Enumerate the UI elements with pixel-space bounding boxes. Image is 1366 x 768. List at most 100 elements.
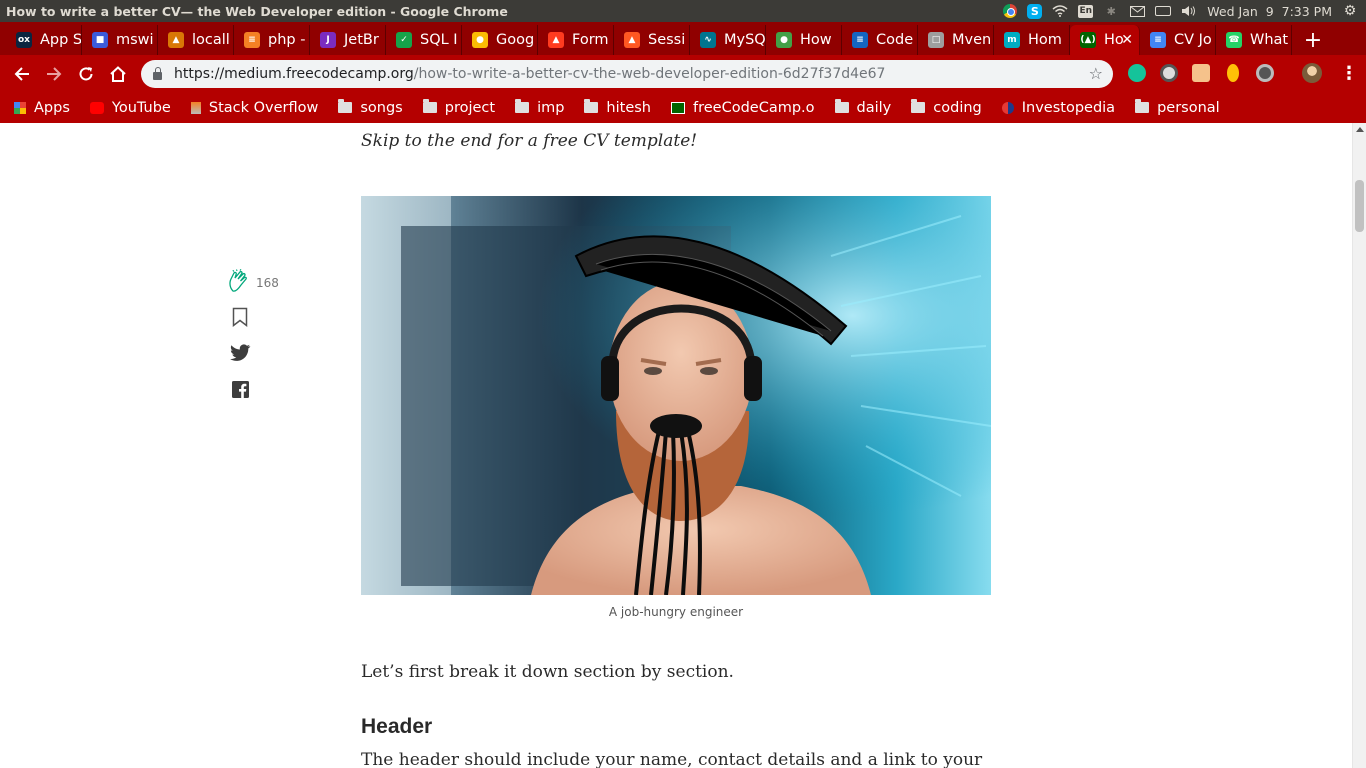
browser-tab[interactable]: ■ mswi — [82, 25, 158, 55]
settings-gear-icon[interactable]: ⚙ — [1342, 3, 1358, 19]
browser-tab[interactable]: ▲ Sessi — [614, 25, 690, 55]
profile-avatar[interactable] — [1302, 63, 1322, 83]
browser-tab[interactable]: ≡ php - — [234, 25, 310, 55]
browser-tab[interactable]: ox App S — [6, 25, 82, 55]
tab-label: Mven — [952, 32, 992, 48]
browser-tab[interactable]: □ Mven — [918, 25, 994, 55]
skype-icon[interactable]: S — [1027, 3, 1043, 19]
bookmark-project[interactable]: project — [422, 99, 496, 116]
tab-favicon-icon: ≡ — [1150, 32, 1166, 48]
tab-label: MySQ — [724, 32, 766, 48]
bookmark-label: Stack Overflow — [208, 99, 319, 116]
tab-label: Code — [876, 32, 914, 48]
folder-icon — [911, 99, 926, 113]
forward-button[interactable] — [38, 58, 70, 90]
bookmark-label: Investopedia — [1021, 99, 1116, 116]
browser-tab[interactable]: ☎ What — [1216, 25, 1292, 55]
window-title: How to write a better CV— the Web Develo… — [6, 3, 508, 19]
share-sidebar: 168 — [228, 268, 288, 415]
circle-icon[interactable] — [1256, 64, 1274, 82]
browser-tab[interactable]: J JetBr — [310, 25, 386, 55]
volume-icon[interactable] — [1181, 4, 1197, 18]
tab-favicon-icon: ● — [472, 32, 488, 48]
extension-icon[interactable] — [1192, 64, 1210, 82]
bulb-icon[interactable] — [1227, 64, 1239, 82]
folder-icon — [584, 99, 599, 113]
tab-favicon-icon: ▲ — [624, 32, 640, 48]
bookmark-apps[interactable]: Apps — [14, 100, 70, 116]
bookmark-icon[interactable] — [232, 307, 248, 331]
article-page: Skip to the end for a free CV template! … — [0, 123, 1352, 768]
tab-label: Hom — [1028, 32, 1062, 48]
tab-label: Form — [572, 32, 609, 48]
twitter-icon[interactable] — [230, 344, 251, 366]
tab-label: What — [1250, 32, 1289, 48]
mail-icon[interactable] — [1129, 4, 1145, 18]
new-tab-button[interactable]: + — [1298, 25, 1328, 55]
back-button[interactable] — [6, 58, 38, 90]
bluetooth-icon[interactable]: ✱ — [1103, 4, 1119, 18]
bookmark-star-icon[interactable]: ☆ — [1089, 64, 1103, 83]
apps-grid-icon — [14, 101, 26, 114]
bookmark-freecodecamp-o[interactable]: freeCodeCamp.o — [671, 100, 815, 116]
tab-favicon-icon: ▲ — [168, 32, 184, 48]
tab-label: App S — [40, 32, 82, 48]
bookmark-stack-overflow[interactable]: Stack Overflow — [190, 99, 319, 116]
bookmark-investopedia[interactable]: Investopedia — [1001, 99, 1116, 116]
bookmark-youtube[interactable]: YouTube — [89, 99, 171, 116]
wifi-icon[interactable] — [1052, 4, 1068, 18]
tab-favicon-icon: J — [320, 32, 336, 48]
browser-tab[interactable]: ▲ Form — [538, 25, 614, 55]
reload-button[interactable] — [70, 58, 102, 90]
youtube-icon — [89, 101, 104, 114]
browser-tab[interactable]: m Hom — [994, 25, 1070, 55]
browser-tab[interactable]: ● How — [766, 25, 842, 55]
keyboard-layout-indicator[interactable]: En — [1078, 4, 1094, 18]
scrollbar-thumb[interactable] — [1355, 180, 1364, 232]
browser-tab[interactable]: ▲ locall — [158, 25, 234, 55]
tab-favicon-icon: ∿ — [700, 32, 716, 48]
bookmark-personal[interactable]: personal — [1135, 99, 1220, 116]
freecodecamp-icon — [671, 101, 685, 114]
facebook-icon[interactable] — [232, 380, 249, 402]
blocker-icon[interactable] — [1160, 64, 1178, 82]
bookmark-label: daily — [856, 99, 892, 116]
bookmark-daily[interactable]: daily — [834, 99, 892, 116]
bookmark-hitesh[interactable]: hitesh — [584, 99, 651, 116]
chrome-icon[interactable] — [1003, 4, 1018, 18]
browser-tab[interactable]: ✓ SQL I — [386, 25, 462, 55]
clock[interactable]: Wed Jan 9 7:33 PM — [1207, 4, 1332, 19]
twitter-row — [228, 343, 288, 367]
scroll-up-arrow-icon[interactable] — [1356, 127, 1364, 132]
browser-tab[interactable]: ∿ MySQ — [690, 25, 766, 55]
browser-tab[interactable]: ● Goog — [462, 25, 538, 55]
grammarly-icon[interactable] — [1128, 64, 1146, 82]
lock-icon[interactable] — [153, 66, 162, 80]
bookmark-label: YouTube — [111, 99, 171, 116]
reload-icon — [79, 66, 93, 80]
browser-tab[interactable]: (▲) Ho ✕ — [1070, 25, 1140, 55]
folder-icon — [1135, 99, 1150, 113]
bookmark-songs[interactable]: songs — [338, 99, 403, 116]
section-heading-header: Header — [361, 715, 433, 738]
address-bar[interactable]: https://medium.freecodecamp.org/how-to-w… — [141, 60, 1113, 88]
stackoverflow-icon — [190, 101, 201, 114]
battery-icon[interactable] — [1155, 4, 1172, 18]
tab-favicon-icon: m — [1004, 32, 1020, 48]
tab-label: mswi — [116, 32, 154, 48]
vertical-scrollbar[interactable] — [1352, 123, 1366, 768]
browser-tab[interactable]: ≡ CV Jo — [1140, 25, 1216, 55]
tab-label: How — [800, 32, 832, 48]
tab-label: php - — [268, 32, 306, 48]
close-tab-icon[interactable]: ✕ — [1121, 32, 1133, 48]
bookmark-label: project — [444, 99, 496, 116]
bookmark-imp[interactable]: imp — [515, 99, 564, 116]
image-caption: A job-hungry engineer — [608, 605, 744, 619]
bookmark-coding[interactable]: coding — [911, 99, 982, 116]
bookmark-label: hitesh — [606, 99, 651, 116]
arrow-left-icon — [14, 66, 29, 81]
browser-tab[interactable]: ≡ Code — [842, 25, 918, 55]
chrome-menu-icon[interactable]: ⋮ — [1340, 63, 1358, 84]
home-button[interactable] — [102, 58, 134, 90]
clap-icon[interactable] — [228, 268, 250, 297]
